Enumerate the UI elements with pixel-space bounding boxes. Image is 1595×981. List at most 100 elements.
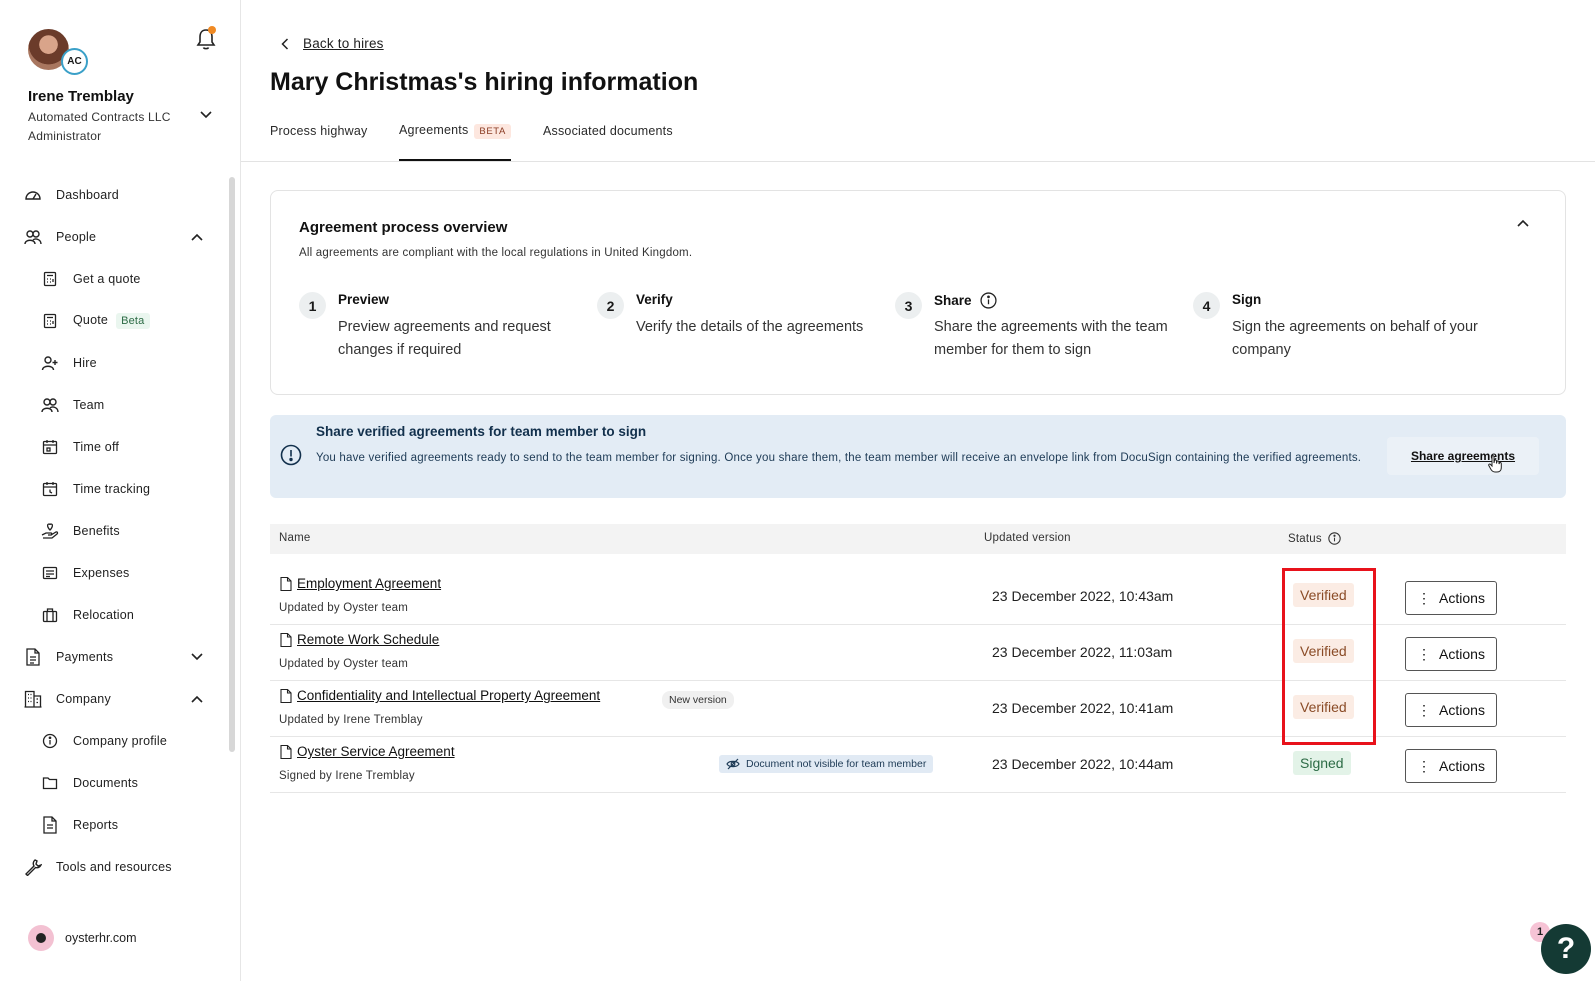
banner-text: You have verified agreements ready to se… xyxy=(316,452,1362,464)
add-person-icon xyxy=(41,354,59,372)
actions-button[interactable]: ⋮ Actions xyxy=(1405,637,1497,671)
document-icon xyxy=(280,745,292,759)
updated-version: 23 December 2022, 10:43am xyxy=(992,588,1174,604)
sidebar-item-company-profile[interactable]: Company profile xyxy=(0,724,230,758)
kebab-icon: ⋮ xyxy=(1417,645,1432,662)
footer-site-link[interactable]: oysterhr.com xyxy=(65,931,137,945)
receipt-icon xyxy=(41,564,59,582)
sidebar-item-dashboard[interactable]: Dashboard xyxy=(0,178,230,212)
team-icon xyxy=(41,396,59,414)
folder-icon xyxy=(41,774,59,792)
info-icon[interactable] xyxy=(1328,532,1341,545)
chevron-left-icon xyxy=(281,37,289,50)
document-updated-by: Updated by Oyster team xyxy=(279,602,409,614)
step-description: Preview agreements and request changes i… xyxy=(338,319,551,358)
sidebar-item-people[interactable]: People xyxy=(0,220,230,254)
status-highlight-box xyxy=(1282,568,1376,745)
actions-button[interactable]: ⋮ Actions xyxy=(1405,749,1497,783)
overview-subtitle: All agreements are compliant with the lo… xyxy=(299,247,693,259)
report-icon xyxy=(41,816,59,834)
wrench-icon xyxy=(24,858,42,876)
chevron-down-icon[interactable] xyxy=(190,652,204,662)
user-name: Irene Tremblay xyxy=(28,88,134,105)
sidebar-item-get-a-quote[interactable]: Get a quote xyxy=(0,262,230,296)
tab-process-highway[interactable]: Process highway xyxy=(270,124,368,138)
calendar-clock-icon xyxy=(41,480,59,498)
oyster-logo xyxy=(28,925,54,951)
sidebar-item-documents[interactable]: Documents xyxy=(0,766,230,800)
overview-title: Agreement process overview xyxy=(299,219,508,236)
user-role: Administrator xyxy=(28,129,102,143)
share-agreements-banner: Share verified agreements for team membe… xyxy=(270,415,1566,498)
actions-button[interactable]: ⋮ Actions xyxy=(1405,581,1497,615)
kebab-icon: ⋮ xyxy=(1417,701,1432,718)
tab-associated-documents[interactable]: Associated documents xyxy=(543,124,673,138)
step-description: Verify the details of the agreements xyxy=(636,319,864,335)
step-title: Share xyxy=(934,292,997,309)
sidebar: AC Irene Tremblay Automated Contracts LL… xyxy=(0,0,241,981)
hand-heart-icon xyxy=(41,522,59,540)
eye-off-icon xyxy=(726,758,740,770)
sidebar-item-payments[interactable]: Payments xyxy=(0,640,230,674)
sidebar-scrollbar[interactable] xyxy=(229,177,235,752)
info-icon xyxy=(41,732,59,750)
step-number: 2 xyxy=(597,292,624,319)
table-header: Name Updated version Status xyxy=(270,524,1566,554)
column-header-updated: Updated version xyxy=(984,532,1071,544)
info-icon[interactable] xyxy=(979,292,997,309)
calendar-icon xyxy=(41,438,59,456)
share-agreements-button[interactable]: Share agreements xyxy=(1387,437,1539,475)
beta-badge: BETA xyxy=(474,124,511,139)
dashboard-icon xyxy=(24,186,42,204)
sidebar-item-hire[interactable]: Hire xyxy=(0,346,230,380)
step-title: Preview xyxy=(338,292,390,307)
sidebar-item-team[interactable]: Team xyxy=(0,388,230,422)
building-icon xyxy=(24,690,42,708)
column-header-status: Status xyxy=(1288,532,1341,545)
invoice-icon xyxy=(24,648,42,666)
document-updated-by: Updated by Oyster team xyxy=(279,658,409,670)
actions-button[interactable]: ⋮ Actions xyxy=(1405,693,1497,727)
document-updated-by: Updated by Irene Tremblay xyxy=(279,714,423,726)
user-company: Automated Contracts LLC xyxy=(28,110,171,124)
updated-version: 23 December 2022, 11:03am xyxy=(992,644,1173,660)
document-link[interactable]: Confidentiality and Intellectual Propert… xyxy=(297,688,600,703)
sidebar-item-relocation[interactable]: Relocation xyxy=(0,598,230,632)
sidebar-item-benefits[interactable]: Benefits xyxy=(0,514,230,548)
document-link[interactable]: Remote Work Schedule xyxy=(297,632,439,647)
sidebar-item-reports[interactable]: Reports xyxy=(0,808,230,842)
tab-agreements[interactable]: Agreements BETA xyxy=(399,123,511,161)
help-button[interactable]: ? xyxy=(1541,924,1591,974)
document-signed-by: Signed by Irene Tremblay xyxy=(279,770,415,782)
sidebar-item-time-off[interactable]: Time off xyxy=(0,430,230,464)
app-window: AC Irene Tremblay Automated Contracts LL… xyxy=(0,0,1595,981)
document-link[interactable]: Oyster Service Agreement xyxy=(297,744,455,759)
document-icon xyxy=(280,633,292,647)
notification-dot xyxy=(208,26,216,34)
agreement-overview-card: Agreement process overview All agreement… xyxy=(270,190,1566,395)
sidebar-item-expenses[interactable]: Expenses xyxy=(0,556,230,590)
people-icon xyxy=(24,228,42,246)
step-number: 3 xyxy=(895,292,922,319)
sidebar-item-tools[interactable]: Tools and resources xyxy=(0,850,230,884)
chevron-up-icon[interactable] xyxy=(190,694,204,704)
new-version-badge: New version xyxy=(662,691,734,709)
status-badge: Signed xyxy=(1293,751,1351,775)
step-number: 4 xyxy=(1193,292,1220,319)
sidebar-item-company[interactable]: Company xyxy=(0,682,230,716)
sidebar-item-quote[interactable]: Quote Beta xyxy=(0,304,230,338)
step-description: Sign the agreements on behalf of your co… xyxy=(1232,319,1478,358)
beta-badge: Beta xyxy=(116,313,150,329)
calculator-icon xyxy=(41,312,59,330)
chevron-down-icon[interactable] xyxy=(199,110,213,120)
updated-version: 23 December 2022, 10:44am xyxy=(992,756,1174,772)
kebab-icon: ⋮ xyxy=(1417,589,1432,606)
alert-icon xyxy=(280,444,302,466)
sidebar-item-time-tracking[interactable]: Time tracking xyxy=(0,472,230,506)
document-link[interactable]: Employment Agreement xyxy=(297,576,441,591)
calculator-icon xyxy=(41,270,59,288)
chevron-up-icon[interactable] xyxy=(1516,218,1530,228)
chevron-up-icon[interactable] xyxy=(190,232,204,242)
step-number: 1 xyxy=(299,292,326,319)
back-link[interactable]: Back to hires xyxy=(281,36,384,51)
